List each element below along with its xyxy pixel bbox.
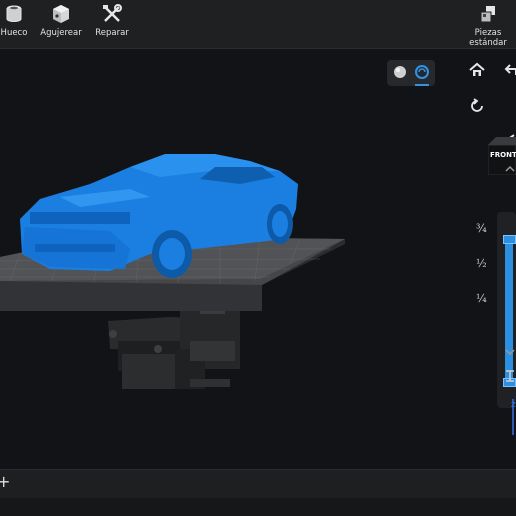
repair-tools-icon bbox=[103, 4, 122, 22]
xray-shading-icon[interactable] bbox=[414, 64, 430, 80]
bottom-bar bbox=[0, 469, 516, 499]
solid-shading-icon[interactable] bbox=[392, 64, 408, 80]
home-view-icon[interactable] bbox=[468, 61, 486, 79]
standard-parts-label: Piezas estándar bbox=[469, 28, 507, 48]
view-cube-face-label: FRONT bbox=[490, 151, 516, 159]
repair-button[interactable]: Reparar bbox=[94, 0, 130, 48]
cube-hole-icon bbox=[53, 5, 69, 23]
drill-hole-button[interactable]: Agujerear bbox=[40, 0, 82, 48]
chevron-up-icon[interactable] bbox=[504, 164, 516, 174]
rotate-left-icon[interactable] bbox=[468, 97, 486, 115]
status-strip bbox=[0, 498, 516, 516]
hollow-icon bbox=[6, 5, 22, 22]
top-toolbar: Hueco Agujerear Reparar Piezas estándar bbox=[0, 0, 516, 49]
render-mode-toggle bbox=[387, 60, 435, 86]
height-measure-icon[interactable] bbox=[504, 369, 516, 383]
standard-parts-icon bbox=[480, 6, 495, 23]
undo-view-icon[interactable] bbox=[502, 61, 516, 79]
slider-mark-three-quarters: ¾ bbox=[476, 222, 487, 235]
add-icon[interactable]: + bbox=[0, 472, 10, 491]
hollow-label: Hueco bbox=[0, 28, 28, 38]
standard-parts-button[interactable]: Piezas estándar bbox=[469, 0, 507, 48]
hollow-button[interactable]: Hueco bbox=[0, 0, 34, 48]
svg-text:Z: Z bbox=[511, 401, 516, 409]
chevron-down-icon[interactable] bbox=[504, 347, 516, 357]
layer-slider-top-handle[interactable] bbox=[503, 235, 516, 244]
scene bbox=[0, 154, 345, 389]
layer-slider-track[interactable] bbox=[505, 235, 513, 387]
3d-viewport[interactable]: FRONT ¾ ½ ¼ Z bbox=[0, 49, 516, 469]
axis-gizmo-icon: Z bbox=[511, 399, 516, 435]
drill-hole-label: Agujerear bbox=[40, 28, 82, 38]
active-mode-indicator bbox=[415, 84, 429, 86]
repair-label: Reparar bbox=[95, 28, 129, 38]
slider-mark-half: ½ bbox=[476, 257, 487, 270]
printer-base bbox=[108, 299, 240, 389]
slider-mark-quarter: ¼ bbox=[476, 292, 487, 305]
